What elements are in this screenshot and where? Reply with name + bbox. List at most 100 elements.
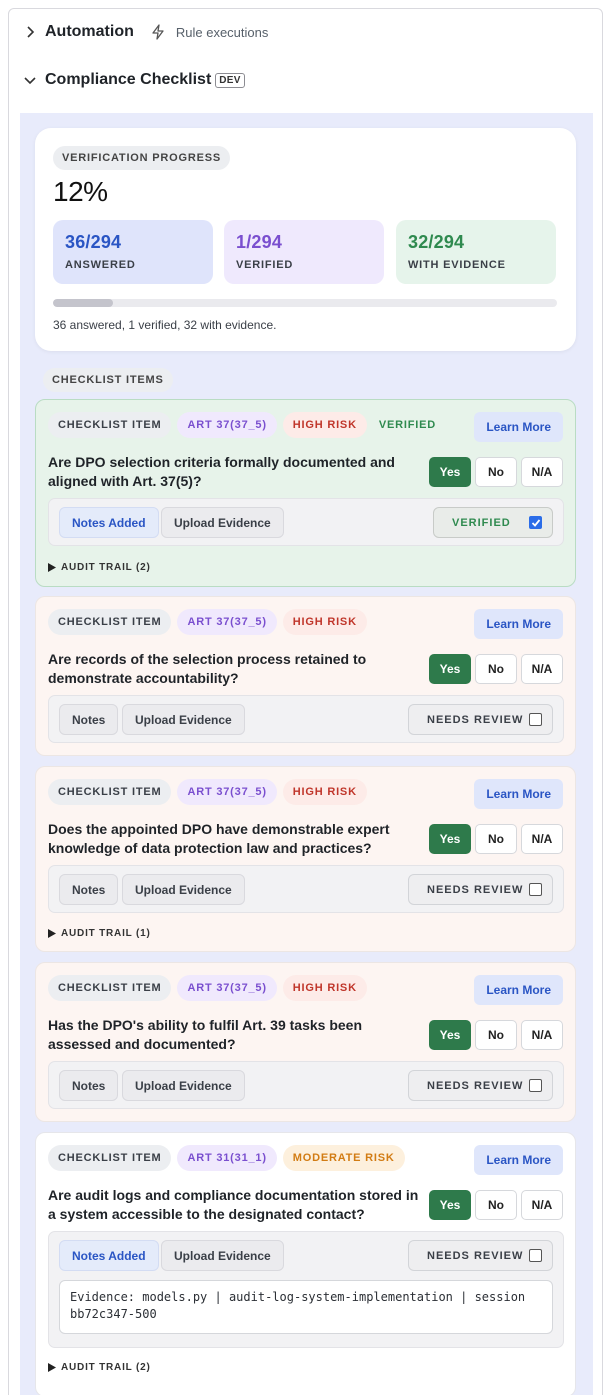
audit-trail-label: AUDIT TRAIL (2) bbox=[61, 1362, 151, 1373]
checkbox[interactable] bbox=[529, 516, 542, 529]
automation-subtitle: Rule executions bbox=[175, 24, 269, 40]
needs-review-toggle[interactable]: NEEDS REVIEW bbox=[408, 704, 553, 735]
item-tags: CHECKLIST ITEM ART 37(37_5) HIGH RISK bbox=[48, 779, 367, 805]
upload-evidence-button[interactable]: Upload Evidence bbox=[161, 1240, 284, 1271]
status-label: NEEDS REVIEW bbox=[427, 883, 524, 896]
status-label: NEEDS REVIEW bbox=[427, 1079, 524, 1092]
needs-review-toggle[interactable]: NEEDS REVIEW bbox=[408, 1070, 553, 1101]
item-question: Does the appointed DPO have demonstrable… bbox=[48, 821, 390, 856]
triangle-right-icon bbox=[48, 929, 56, 938]
na-button[interactable]: N/A bbox=[521, 654, 563, 684]
answer-buttons: Yes No N/A bbox=[429, 1190, 563, 1220]
tag-article: ART 37(37_5) bbox=[177, 412, 277, 438]
notes-button[interactable]: Notes bbox=[59, 704, 119, 735]
progress-percent: 12% bbox=[53, 176, 108, 207]
learn-more-button[interactable]: Learn More bbox=[474, 975, 563, 1005]
notes-button[interactable]: Notes Added bbox=[59, 1240, 159, 1271]
checklist-item: CHECKLIST ITEM ART 37(37_5) HIGH RISK Le… bbox=[35, 962, 576, 1122]
tag-risk: HIGH RISK bbox=[282, 779, 367, 805]
learn-more-button[interactable]: Learn More bbox=[474, 609, 563, 639]
needs-review-toggle[interactable]: NEEDS REVIEW bbox=[408, 1240, 553, 1271]
checklist-item: CHECKLIST ITEM ART 37(37_5) HIGH RISK Le… bbox=[35, 766, 576, 952]
item-actions: Notes Added Upload Evidence VERIFIED bbox=[48, 498, 564, 546]
no-button[interactable]: No bbox=[475, 654, 517, 684]
yes-button[interactable]: Yes bbox=[429, 1020, 471, 1050]
tag-risk: HIGH RISK bbox=[282, 975, 367, 1001]
checkbox[interactable] bbox=[529, 1249, 542, 1262]
checklist-items-label: CHECKLIST ITEMS bbox=[43, 368, 173, 392]
no-button[interactable]: No bbox=[475, 1190, 517, 1220]
audit-trail-toggle[interactable]: AUDIT TRAIL (1) bbox=[48, 928, 151, 939]
no-button[interactable]: No bbox=[475, 1020, 517, 1050]
checklist-item: CHECKLIST ITEM ART 37(37_5) HIGH RISK Le… bbox=[35, 596, 576, 756]
item-tags: CHECKLIST ITEM ART 37(37_5) HIGH RISK bbox=[48, 609, 367, 635]
na-button[interactable]: N/A bbox=[521, 1190, 563, 1220]
learn-more-button[interactable]: Learn More bbox=[474, 1145, 563, 1175]
verification-progress-card: VERIFICATION PROGRESS 12% 36/294 ANSWERE… bbox=[35, 128, 576, 351]
notes-button[interactable]: Notes bbox=[59, 874, 119, 905]
audit-trail-label: AUDIT TRAIL (2) bbox=[61, 562, 151, 573]
checklist-panel: VERIFICATION PROGRESS 12% 36/294 ANSWERE… bbox=[20, 113, 593, 1395]
stat-verified: 1/294 VERIFIED bbox=[224, 220, 384, 284]
stat-label: WITH EVIDENCE bbox=[408, 259, 506, 271]
na-button[interactable]: N/A bbox=[521, 1020, 563, 1050]
item-actions: Notes Upload Evidence NEEDS REVIEW bbox=[48, 865, 564, 913]
automation-title: Automation bbox=[45, 23, 134, 40]
triangle-right-icon bbox=[48, 563, 56, 572]
tag-article: ART 31(31_1) bbox=[177, 1145, 277, 1171]
automation-section-header[interactable]: Automation Rule executions bbox=[23, 23, 268, 41]
audit-trail-toggle[interactable]: AUDIT TRAIL (2) bbox=[48, 562, 151, 573]
no-button[interactable]: No bbox=[475, 824, 517, 854]
upload-evidence-button[interactable]: Upload Evidence bbox=[122, 874, 245, 905]
tag-article: ART 37(37_5) bbox=[177, 975, 277, 1001]
stat-value: 1/294 bbox=[236, 232, 283, 252]
needs-review-toggle[interactable]: NEEDS REVIEW bbox=[408, 874, 553, 905]
verified-toggle[interactable]: VERIFIED bbox=[433, 507, 553, 538]
dev-badge: DEV bbox=[215, 72, 245, 88]
answer-buttons: Yes No N/A bbox=[429, 824, 563, 854]
checklist-item: CHECKLIST ITEM ART 37(37_5) HIGH RISK VE… bbox=[35, 399, 576, 587]
item-question: Are DPO selection criteria formally docu… bbox=[48, 454, 395, 489]
stat-value: 36/294 bbox=[65, 232, 122, 252]
stat-value: 32/294 bbox=[408, 232, 465, 252]
yes-button[interactable]: Yes bbox=[429, 654, 471, 684]
yes-button[interactable]: Yes bbox=[429, 1190, 471, 1220]
stat-with-evidence: 32/294 WITH EVIDENCE bbox=[396, 220, 556, 284]
notes-button[interactable]: Notes Added bbox=[59, 507, 159, 538]
upload-evidence-button[interactable]: Upload Evidence bbox=[122, 1070, 245, 1101]
item-question: Has the DPO's ability to fulfil Art. 39 … bbox=[48, 1017, 363, 1052]
audit-trail-toggle[interactable]: AUDIT TRAIL (2) bbox=[48, 1362, 151, 1373]
item-actions: Notes Added Upload Evidence NEEDS REVIEW… bbox=[48, 1231, 564, 1348]
checkbox[interactable] bbox=[529, 1079, 542, 1092]
notes-button[interactable]: Notes bbox=[59, 1070, 119, 1101]
learn-more-button[interactable]: Learn More bbox=[474, 412, 563, 442]
evidence-notes-textarea[interactable]: Evidence: models.py | audit-log-system-i… bbox=[59, 1280, 553, 1334]
item-tags: CHECKLIST ITEM ART 31(31_1) MODERATE RIS… bbox=[48, 1145, 405, 1171]
settings-panel: Automation Rule executions Compliance Ch… bbox=[8, 8, 603, 1395]
tag-risk: HIGH RISK bbox=[282, 412, 367, 438]
upload-evidence-button[interactable]: Upload Evidence bbox=[161, 507, 284, 538]
learn-more-button[interactable]: Learn More bbox=[474, 779, 563, 809]
no-button[interactable]: No bbox=[475, 457, 517, 487]
na-button[interactable]: N/A bbox=[521, 457, 563, 487]
tag-risk: MODERATE RISK bbox=[282, 1145, 405, 1171]
item-actions: Notes Upload Evidence NEEDS REVIEW bbox=[48, 695, 564, 743]
progress-bar-fill bbox=[53, 299, 114, 307]
yes-button[interactable]: Yes bbox=[429, 457, 471, 487]
checkbox[interactable] bbox=[529, 713, 542, 726]
yes-button[interactable]: Yes bbox=[429, 824, 471, 854]
status-label: VERIFIED bbox=[452, 516, 511, 529]
item-actions: Notes Upload Evidence NEEDS REVIEW bbox=[48, 1061, 564, 1109]
progress-summary: 36 answered, 1 verified, 32 with evidenc… bbox=[53, 318, 277, 332]
tag-risk: HIGH RISK bbox=[282, 609, 367, 635]
checkbox[interactable] bbox=[529, 883, 542, 896]
stat-label: VERIFIED bbox=[236, 259, 294, 271]
item-question: Are records of the selection process ret… bbox=[48, 651, 367, 686]
answer-buttons: Yes No N/A bbox=[429, 457, 563, 487]
upload-evidence-button[interactable]: Upload Evidence bbox=[122, 704, 245, 735]
checklist-title: Compliance Checklist bbox=[45, 71, 212, 88]
checklist-section-header[interactable]: Compliance Checklist DEV bbox=[23, 71, 245, 89]
stat-answered: 36/294 ANSWERED bbox=[53, 220, 213, 284]
na-button[interactable]: N/A bbox=[521, 824, 563, 854]
lightning-icon bbox=[150, 24, 166, 40]
